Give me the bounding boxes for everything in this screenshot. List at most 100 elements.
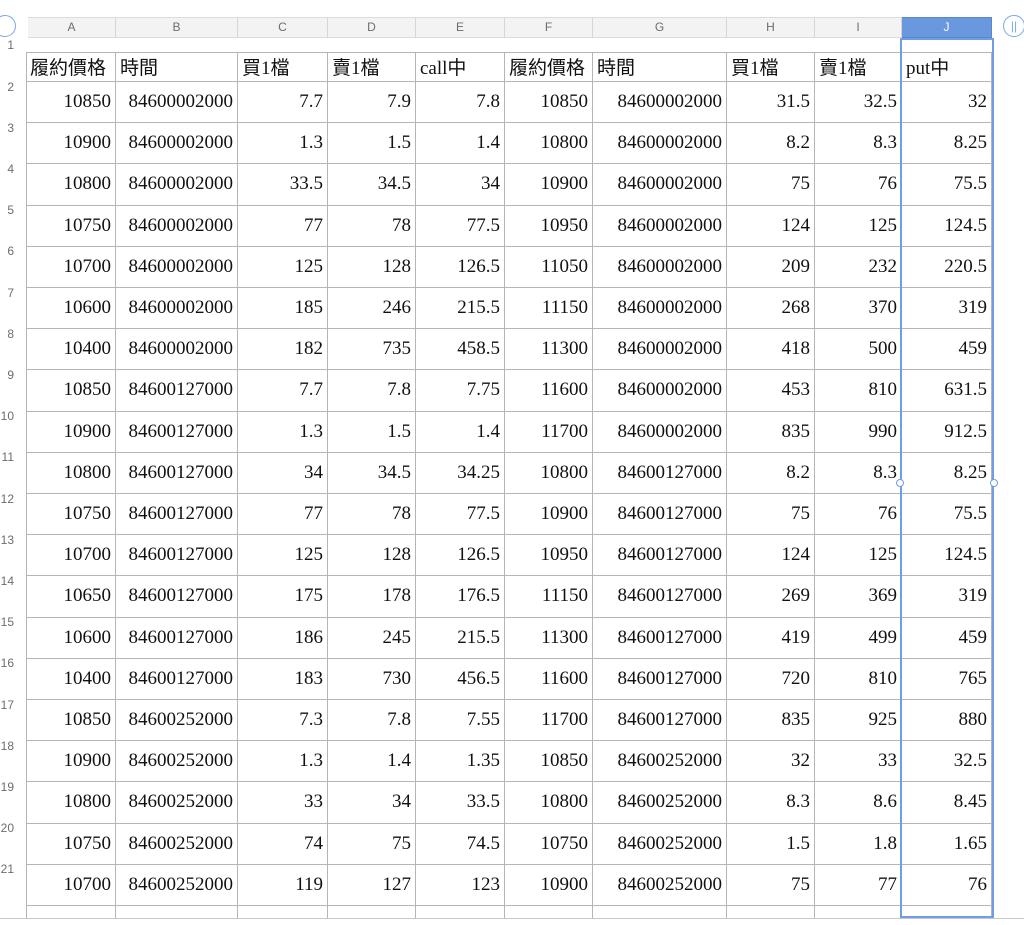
cell-j5[interactable]: 124.5 [902,205,992,247]
cell-f9[interactable]: 11600 [505,370,593,412]
cell-g12[interactable]: 84600127000 [593,494,727,536]
cell-e11[interactable]: 34.25 [416,452,505,494]
row-header-11[interactable]: 11 [0,437,18,478]
cell-g17[interactable]: 84600127000 [593,700,727,742]
cell-j13[interactable]: 124.5 [902,535,992,577]
cell-e13[interactable]: 126.5 [416,535,505,577]
row-header-12[interactable]: 12 [0,478,18,519]
cell-b11[interactable]: 84600127000 [116,452,238,494]
row-header-9[interactable]: 9 [0,354,18,395]
row-header-18[interactable]: 18 [0,725,18,766]
cell-c13[interactable]: 125 [238,535,328,577]
row-header-2[interactable]: 2 [0,66,18,107]
cell-d22[interactable] [328,906,416,918]
column-header-j[interactable]: J [902,17,992,38]
cell-j20[interactable]: 1.65 [902,823,992,865]
cell-b3[interactable]: 84600002000 [116,123,238,165]
cell-g18[interactable]: 84600252000 [593,741,727,783]
cell-b4[interactable]: 84600002000 [116,164,238,206]
cell-c20[interactable]: 74 [238,823,328,865]
cell-j11[interactable]: 8.25 [902,452,992,494]
cell-c11[interactable]: 34 [238,452,328,494]
cell-b18[interactable]: 84600252000 [116,741,238,783]
cell-f6[interactable]: 11050 [505,246,593,288]
cell-c2[interactable]: 7.7 [238,82,328,124]
selection-resize-handle-right[interactable] [990,479,998,487]
cell-g4[interactable]: 84600002000 [593,164,727,206]
cell-f10[interactable]: 11700 [505,411,593,453]
row-header-5[interactable]: 5 [0,190,18,231]
cell-h11[interactable]: 8.2 [727,452,815,494]
cell-c10[interactable]: 1.3 [238,411,328,453]
column-header-d[interactable]: D [328,17,416,38]
cell-d7[interactable]: 246 [328,288,416,330]
cell-h16[interactable]: 720 [727,658,815,700]
header-cell-c[interactable]: 買1檔 [238,52,328,82]
cell-b13[interactable]: 84600127000 [116,535,238,577]
cell-d10[interactable]: 1.5 [328,411,416,453]
cell-e14[interactable]: 176.5 [416,576,505,618]
row-header-16[interactable]: 16 [0,643,18,684]
cell-h4[interactable]: 75 [727,164,815,206]
cell-i4[interactable]: 76 [815,164,902,206]
cell-g21[interactable]: 84600252000 [593,864,727,906]
cell-e19[interactable]: 33.5 [416,782,505,824]
cell-b2[interactable]: 84600002000 [116,82,238,124]
cell-i7[interactable]: 370 [815,288,902,330]
cell-b9[interactable]: 84600127000 [116,370,238,412]
cell-d4[interactable]: 34.5 [328,164,416,206]
row-header-1[interactable]: 1 [0,38,18,52]
cell-i16[interactable]: 810 [815,658,902,700]
cell-e4[interactable]: 34 [416,164,505,206]
cell-h9[interactable]: 453 [727,370,815,412]
cell-i17[interactable]: 925 [815,700,902,742]
cell-a9[interactable]: 10850 [26,370,116,412]
spreadsheet[interactable]: || ABCDEFGHIJ 1 2 3 4 5 6 7 8 9 10 11 12 13 14 15 16 17 1… [0,0,1024,925]
header-cell-b[interactable]: 時間 [116,52,238,82]
cell-a6[interactable]: 10700 [26,246,116,288]
cell-c17[interactable]: 7.3 [238,700,328,742]
cell-c9[interactable]: 7.7 [238,370,328,412]
cell-f21[interactable]: 10900 [505,864,593,906]
cell-b16[interactable]: 84600127000 [116,658,238,700]
cell-g5[interactable]: 84600002000 [593,205,727,247]
cell-b15[interactable]: 84600127000 [116,617,238,659]
row-header-7[interactable]: 7 [0,272,18,313]
cell-g8[interactable]: 84600002000 [593,329,727,371]
cell-h18[interactable]: 32 [727,741,815,783]
header-cell-h[interactable]: 買1檔 [727,52,815,82]
cell-i3[interactable]: 8.3 [815,123,902,165]
header-cell-g[interactable]: 時間 [593,52,727,82]
cell-i15[interactable]: 499 [815,617,902,659]
cell-i5[interactable]: 125 [815,205,902,247]
cell-f2[interactable]: 10850 [505,82,593,124]
cell-i10[interactable]: 990 [815,411,902,453]
cell-a17[interactable]: 10850 [26,700,116,742]
cell-c14[interactable]: 175 [238,576,328,618]
cell-i19[interactable]: 8.6 [815,782,902,824]
cell-g20[interactable]: 84600252000 [593,823,727,865]
cell-j8[interactable]: 459 [902,329,992,371]
cell-f14[interactable]: 11150 [505,576,593,618]
cell-b17[interactable]: 84600252000 [116,700,238,742]
cell-g15[interactable]: 84600127000 [593,617,727,659]
cell-d13[interactable]: 128 [328,535,416,577]
cell-j21[interactable]: 76 [902,864,992,906]
cell-i14[interactable]: 369 [815,576,902,618]
cell-h21[interactable]: 75 [727,864,815,906]
cell-b22[interactable] [116,906,238,918]
row-header-13[interactable]: 13 [0,519,18,560]
cell-j7[interactable]: 319 [902,288,992,330]
cell-c7[interactable]: 185 [238,288,328,330]
column-header-h[interactable]: H [727,17,815,38]
cell-i2[interactable]: 32.5 [815,82,902,124]
cell-d3[interactable]: 1.5 [328,123,416,165]
cell-i13[interactable]: 125 [815,535,902,577]
cell-c12[interactable]: 77 [238,494,328,536]
cell-c3[interactable]: 1.3 [238,123,328,165]
cell-h10[interactable]: 835 [727,411,815,453]
cell-j17[interactable]: 880 [902,700,992,742]
selection-resize-handle-left[interactable] [896,479,904,487]
cell-c22[interactable] [238,906,328,918]
header-cell-i[interactable]: 賣1檔 [815,52,902,82]
